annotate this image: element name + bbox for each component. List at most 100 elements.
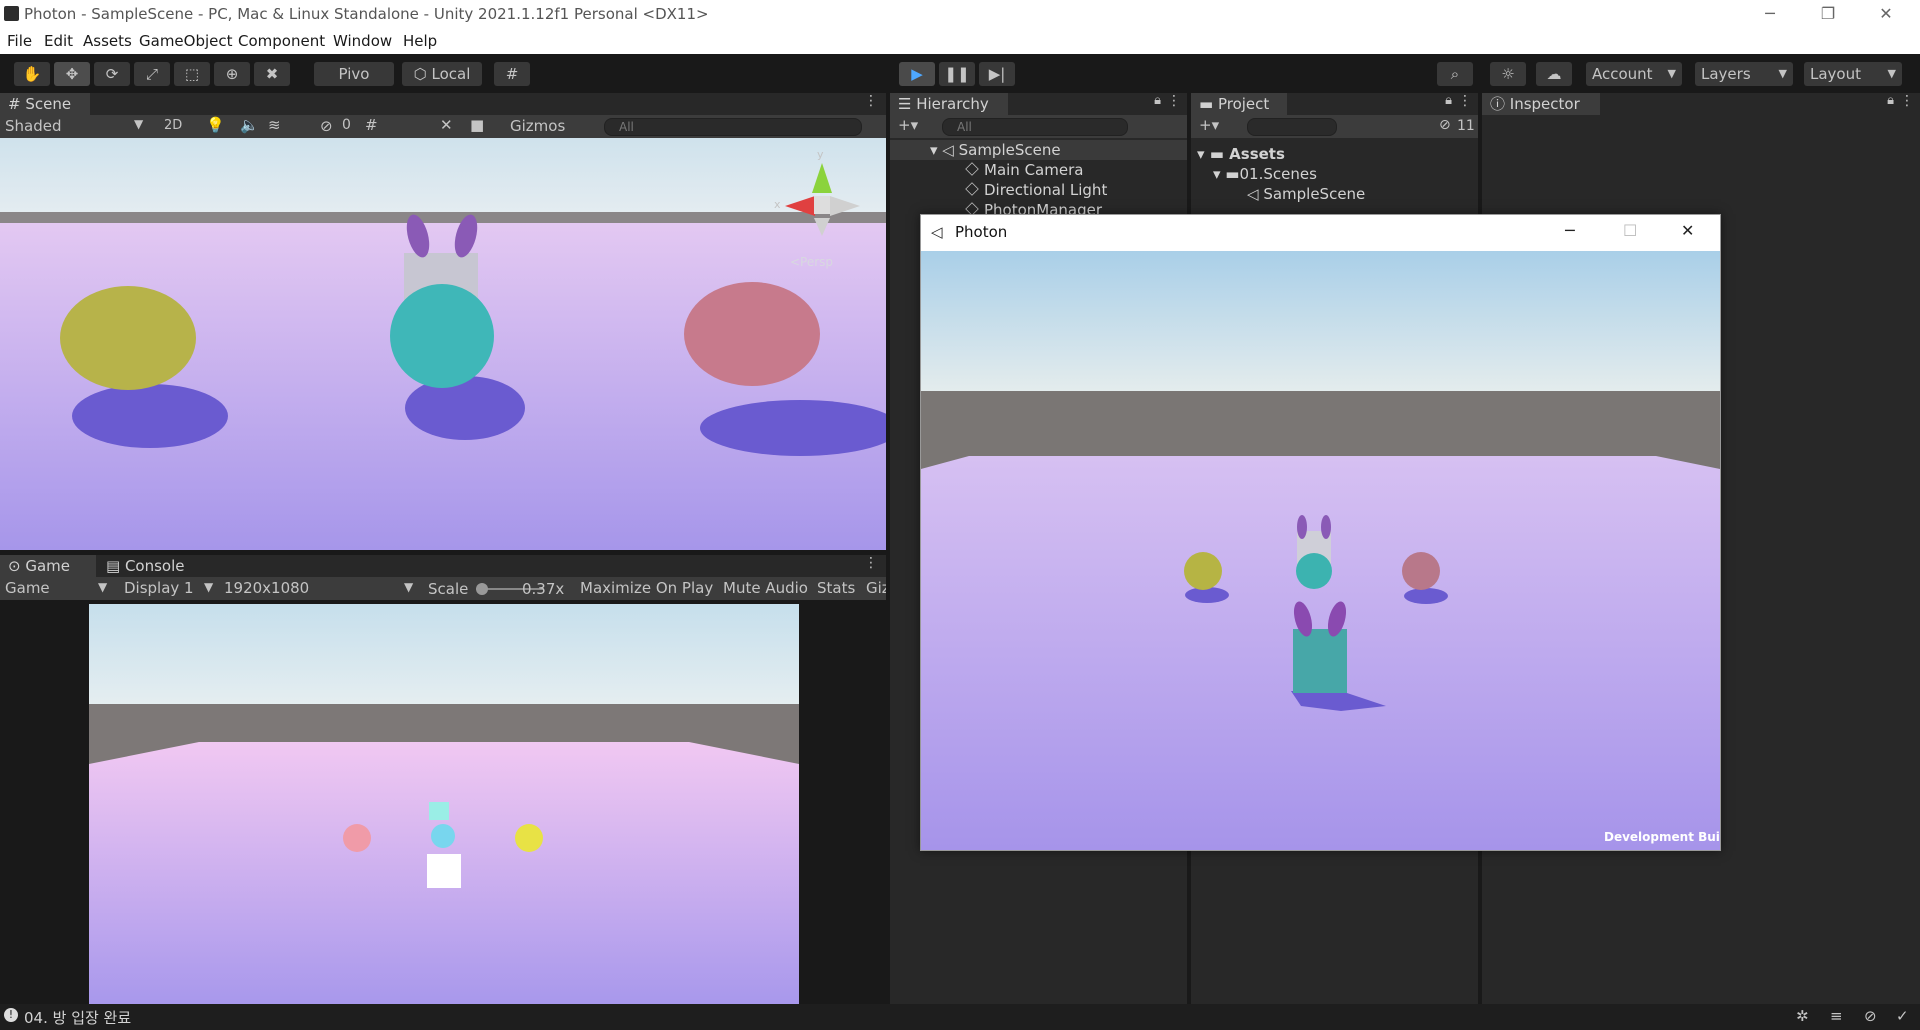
maximize-button[interactable]: ☐ [1623,221,1637,240]
bug-icon[interactable]: ✲ [1796,1007,1809,1025]
menu-gameobject[interactable]: GameObject [139,32,233,50]
scene-asset[interactable]: ◁ SampleScene [1247,184,1365,204]
minimize-button[interactable]: ─ [1565,221,1575,240]
grid-snap-icon[interactable]: # [494,62,530,86]
panel-menu-icon[interactable]: ⋮ [1458,93,1472,109]
tools-icon[interactable]: ✕ [440,116,453,134]
game-mode-dropdown[interactable]: Game [5,579,50,597]
status-message[interactable]: 04. 방 입장 완료 [24,1007,131,1028]
inspector-tab-bar: ⓘ Inspector 🔒︎ ⋮ [1482,93,1920,115]
tab-project[interactable]: ▬ Project [1191,93,1287,115]
game-tab-label: Game [25,557,70,575]
hierarchy-search-input[interactable]: All [942,118,1128,136]
hierarchy-item-directional-light[interactable]: Directional Light [965,180,1107,200]
lock-icon[interactable]: 🔒︎ [1887,93,1894,108]
local-toggle[interactable]: ⬡ Local [402,62,482,86]
assets-label: Assets [1229,145,1285,163]
check-icon[interactable]: ✓ [1896,1007,1909,1025]
pivot-label: Pivo [338,65,370,83]
search-icon[interactable]: ⌕ [1437,62,1473,86]
cyan-ball-shadow [405,376,525,440]
assets-folder[interactable]: ▾ ▬ Assets [1197,144,1285,164]
effects-icon[interactable]: ≋ [268,116,281,134]
account-dropdown[interactable]: Account ▼ [1586,62,1682,86]
scale-tool-icon[interactable]: ⤢ [134,62,170,86]
add-icon[interactable]: +▾ [1199,116,1219,134]
scene-viewport[interactable]: y x <Persp [0,138,886,550]
rotate-tool-icon[interactable]: ⟳ [94,62,130,86]
photon-game-render[interactable]: Development Build [921,251,1720,850]
menu-help[interactable]: Help [403,32,437,50]
scene-search-input[interactable]: All [604,118,862,136]
menu-bar: File Edit Assets GameObject Component Wi… [0,28,1920,54]
shading-mode-dropdown[interactable]: Shaded [5,117,62,135]
tab-scene[interactable]: # Scene [0,93,90,115]
yellow-ball-shadow [72,384,228,448]
auto-generate-icon[interactable]: ⊘ [1864,1007,1877,1025]
network-icon[interactable]: ≡ [1830,1007,1843,1025]
package-count: 11 [1457,118,1475,134]
audio-icon[interactable]: 🔈 [240,116,259,134]
layout-dropdown[interactable]: Layout ▼ [1804,62,1902,86]
stats-toggle[interactable]: Stats [817,579,855,597]
move-tool-icon[interactable]: ✥ [54,62,90,86]
menu-assets[interactable]: Assets [83,32,132,50]
pink-ball [684,282,820,386]
panel-menu-icon[interactable]: ⋮ [1900,93,1914,109]
rect-tool-icon[interactable]: ⬚ [174,62,210,86]
add-icon[interactable]: +▾ [898,116,918,134]
pivot-toggle[interactable]: Pivo [314,62,394,86]
display-dropdown[interactable]: Display 1 [124,579,194,597]
tab-inspector[interactable]: ⓘ Inspector [1482,93,1600,115]
minimize-button[interactable]: ─ [1750,2,1790,26]
pink-ball [343,824,371,852]
grid-icon[interactable]: # [365,116,378,134]
lock-icon[interactable]: 🔒︎ [1445,93,1452,108]
scene-root-row[interactable]: ▾ ◁ SampleScene [890,140,1187,160]
step-button[interactable]: ▶| [979,62,1015,86]
lighting-icon[interactable]: 💡 [206,116,225,134]
tab-hierarchy[interactable]: ☰ Hierarchy [890,93,1008,115]
tab-game[interactable]: ⊙ Game [0,555,96,577]
panel-menu-icon[interactable]: ⋮ [864,555,878,571]
camera-icon[interactable]: ■ [470,116,484,134]
photon-build-window[interactable]: ◁ Photon ─ ☐ ✕ Development Build [920,214,1721,851]
cloud-icon[interactable]: ☁ [1536,62,1572,86]
custom-tool-icon[interactable]: ✖ [254,62,290,86]
project-search-input[interactable] [1247,118,1337,136]
scenes-folder[interactable]: ▾ ▬01.Scenes [1213,164,1317,184]
pause-button[interactable]: ❚❚ [939,62,975,86]
hierarchy-item-main-camera[interactable]: Main Camera [965,160,1083,180]
menu-file[interactable]: File [7,32,32,50]
panel-menu-icon[interactable]: ⋮ [864,93,878,109]
hidden-packages-icon[interactable]: ⊘ [1439,117,1451,133]
menu-window[interactable]: Window [333,32,392,50]
axis-x-label: x [774,198,781,211]
maximize-button[interactable]: ❐ [1808,2,1848,26]
hidden-objects-icon[interactable]: ⊘ [320,117,333,135]
play-button[interactable]: ▶ [899,62,935,86]
maximize-on-play-toggle[interactable]: Maximize On Play [580,579,713,597]
scale-slider-thumb[interactable] [476,583,488,595]
close-button[interactable]: ✕ [1681,221,1694,240]
scene-render: y x <Persp [0,138,886,550]
layers-dropdown[interactable]: Layers ▼ [1695,62,1793,86]
close-button[interactable]: ✕ [1866,2,1906,26]
gizmos-dropdown[interactable]: Gizmos [510,117,565,135]
mute-audio-toggle[interactable]: Mute Audio [723,579,808,597]
resolution-dropdown[interactable]: 1920x1080 [224,579,309,597]
transform-tool-icon[interactable]: ⊕ [214,62,250,86]
menu-edit[interactable]: Edit [44,32,73,50]
menu-component[interactable]: Component [238,32,325,50]
lock-icon[interactable]: 🔒︎ [1154,93,1161,108]
hand-tool-icon[interactable]: ✋ [14,62,50,86]
persp-label[interactable]: <Persp [790,255,833,269]
2d-toggle[interactable]: 2D [164,118,182,133]
status-bar: ! 04. 방 입장 완료 ✲ ≡ ⊘ ✓ [0,1004,1920,1030]
tab-console[interactable]: ▤ Console [100,555,196,577]
game-render[interactable] [89,604,799,1004]
panel-menu-icon[interactable]: ⋮ [1167,93,1181,109]
collab-icon[interactable]: ☼ [1490,62,1526,86]
gizmos-toggle[interactable]: Giz [866,579,886,597]
cyan-ball [431,824,455,848]
